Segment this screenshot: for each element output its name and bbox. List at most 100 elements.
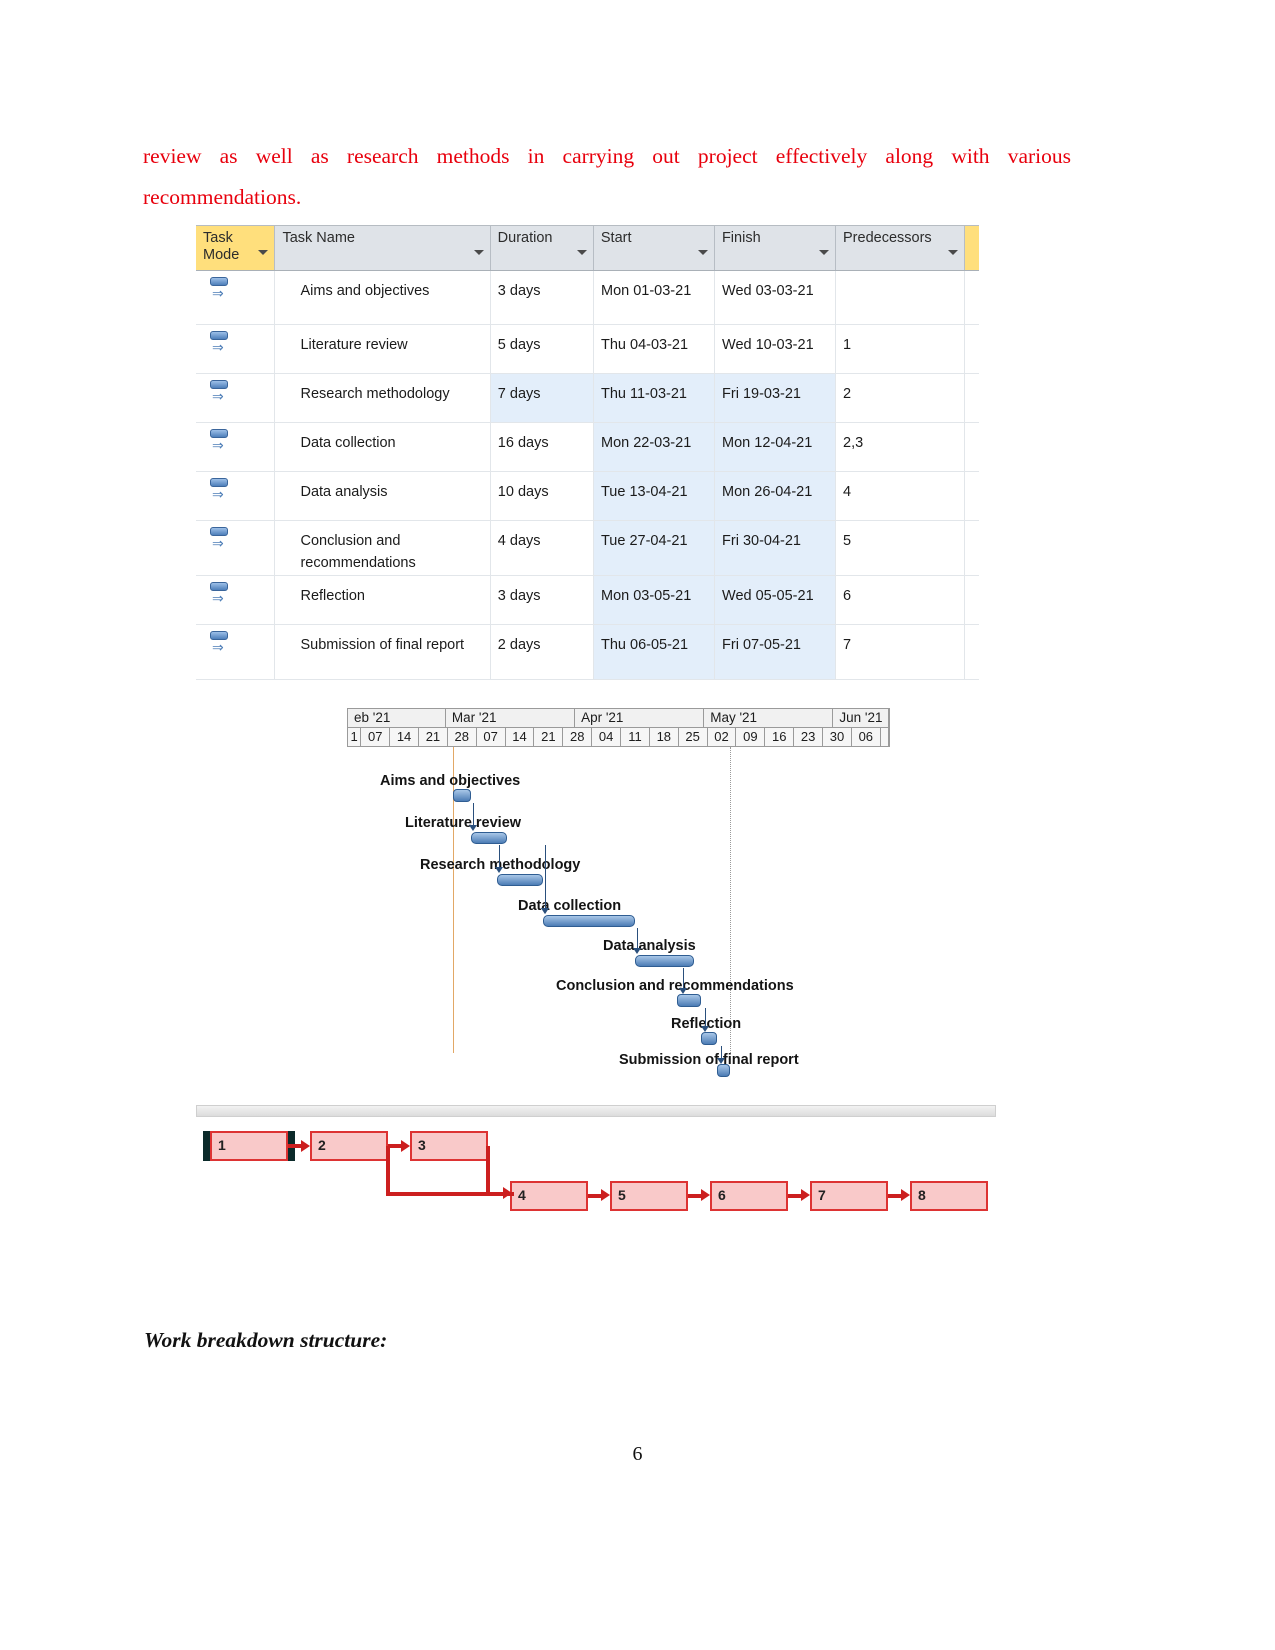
network-node-label: 4 [518,1187,526,1203]
chevron-down-icon[interactable] [948,250,959,255]
cell-task-mode[interactable]: ⇒ [196,472,276,520]
cell-truncated [965,521,979,575]
cell-start[interactable]: Tue 13-04-21 [593,472,716,520]
gantt-bar[interactable] [677,994,701,1007]
cell-finish[interactable]: Wed 05-05-21 [715,576,837,624]
cell-truncated [965,325,979,373]
network-connector [388,1144,402,1148]
cell-finish[interactable]: Mon 26-04-21 [715,472,837,520]
timescale-month: Apr '21 [575,709,705,727]
network-node[interactable]: 1 [210,1131,288,1161]
cell-finish[interactable]: Fri 07-05-21 [715,625,837,679]
cell-finish[interactable]: Wed 10-03-21 [715,325,837,373]
cell-predecessors[interactable]: 1 [836,325,965,373]
gantt-bar[interactable] [471,832,507,844]
cell-finish[interactable]: Wed 03-03-21 [715,271,837,324]
timescale-month: eb '21 [348,709,446,727]
table-row[interactable]: ⇒ Data analysis 10 days Tue 13-04-21 Mon 26-… [196,472,979,521]
cell-task-mode[interactable]: ⇒ [196,576,276,624]
cell-task-name[interactable]: Aims and objectives [275,271,491,324]
cell-duration[interactable]: 10 days [491,472,594,520]
cell-predecessors[interactable]: 2 [836,374,965,422]
cell-duration[interactable]: 7 days [490,374,594,422]
cell-task-mode[interactable]: ⇒ [196,423,276,471]
cell-finish[interactable]: Fri 30-04-21 [715,521,837,575]
table-row[interactable]: ⇒ Submission of final report 2 days Thu 06-… [196,625,979,680]
chevron-down-icon[interactable] [819,250,830,255]
cell-start[interactable]: Thu 11-03-21 [593,374,716,422]
cell-task-mode[interactable]: ⇒ [196,521,276,575]
cell-duration[interactable]: 2 days [491,625,594,679]
cell-task-mode[interactable]: ⇒ [196,374,276,422]
cell-task-name[interactable]: Literature review [275,325,491,373]
horizontal-scrollbar[interactable] [196,1105,996,1117]
cell-duration[interactable]: 16 days [491,423,594,471]
cell-task-name[interactable]: Conclusion and recommendations [275,521,491,575]
gantt-dependency-link [543,887,546,909]
cell-start[interactable]: Thu 04-03-21 [594,325,716,373]
network-node[interactable]: 3 [410,1131,488,1161]
cell-finish[interactable]: Mon 12-04-21 [715,423,837,471]
cell-finish[interactable]: Fri 19-03-21 [715,374,837,422]
network-node[interactable]: 4 [510,1181,588,1211]
network-node[interactable]: 5 [610,1181,688,1211]
chevron-down-icon[interactable] [576,250,587,255]
cell-start[interactable]: Mon 22-03-21 [593,423,716,471]
gantt-timescale-weeks: 1 07 14 21 28 07 14 21 28 04 11 18 25 02 09 16 23 30 06 [347,728,890,747]
network-arrow-icon [801,1189,810,1201]
cell-task-name[interactable]: Data analysis [275,472,491,520]
cell-task-mode[interactable]: ⇒ [196,325,276,373]
gantt-task-label: Data collection [518,898,622,914]
cell-start[interactable]: Thu 06-05-21 [593,625,716,679]
table-row[interactable]: ⇒ Aims and objectives 3 days Mon 01-03-21 We… [196,271,979,325]
gantt-bar[interactable] [497,874,543,886]
column-header-task-name[interactable]: Task Name [275,226,491,270]
cell-truncated [965,271,979,324]
network-node[interactable]: 6 [710,1181,788,1211]
cell-predecessors[interactable] [836,271,965,324]
network-connector [588,1194,602,1198]
table-row[interactable]: ⇒ Research methodology 7 days Thu 11-03-21 F… [196,374,979,423]
cell-start[interactable]: Mon 01-03-21 [594,271,716,324]
gantt-bar[interactable] [543,915,635,927]
cell-task-name[interactable]: Research methodology [275,374,491,422]
cell-duration[interactable]: 3 days [491,271,594,324]
cell-task-name[interactable]: Submission of final report [275,625,491,679]
cell-start[interactable]: Tue 27-04-21 [593,521,716,575]
chevron-down-icon[interactable] [697,250,708,255]
column-header-predecessors[interactable]: Predecessors [836,226,966,270]
cell-task-mode[interactable]: ⇒ [196,271,276,324]
network-node[interactable]: 7 [810,1181,888,1211]
cell-duration[interactable]: 5 days [491,325,594,373]
cell-predecessors[interactable]: 5 [836,521,965,575]
cell-predecessors[interactable]: 6 [836,576,965,624]
table-row[interactable]: ⇒ Data collection 16 days Mon 22-03-21 Mon 1… [196,423,979,472]
column-header-task-mode[interactable]: Task Mode [196,226,276,270]
cell-task-mode[interactable]: ⇒ [196,625,276,679]
cell-task-name[interactable]: Data collection [275,423,491,471]
table-row[interactable]: ⇒ Conclusion and recommendations 4 days Tue… [196,521,979,576]
cell-duration[interactable]: 4 days [491,521,594,575]
column-header-finish[interactable]: Finish [715,226,837,270]
table-row[interactable]: ⇒ Reflection 3 days Mon 03-05-21 Wed 05-05-2… [196,576,979,625]
column-header-duration[interactable]: Duration [491,226,594,270]
network-node[interactable]: 2 [310,1131,388,1161]
gantt-link-arrow-icon [679,988,687,994]
chevron-down-icon[interactable] [473,250,484,255]
cell-predecessors[interactable]: 2,3 [836,423,965,471]
gantt-bar[interactable] [635,955,694,967]
gantt-bar[interactable] [717,1064,730,1077]
table-row[interactable]: ⇒ Literature review 5 days Thu 04-03-21 Wed … [196,325,979,374]
page-number: 6 [632,1443,643,1465]
timescale-week: 07 [477,728,506,746]
cell-task-name[interactable]: Reflection [275,576,491,624]
network-node[interactable]: 8 [910,1181,988,1211]
column-header-start[interactable]: Start [594,226,715,270]
cell-predecessors[interactable]: 4 [836,472,965,520]
chevron-down-icon[interactable] [258,250,269,255]
gantt-bar[interactable] [701,1032,717,1045]
cell-predecessors[interactable]: 7 [836,625,965,679]
cell-duration[interactable]: 3 days [491,576,594,624]
cell-start[interactable]: Mon 03-05-21 [593,576,716,624]
gantt-bar[interactable] [453,789,471,802]
